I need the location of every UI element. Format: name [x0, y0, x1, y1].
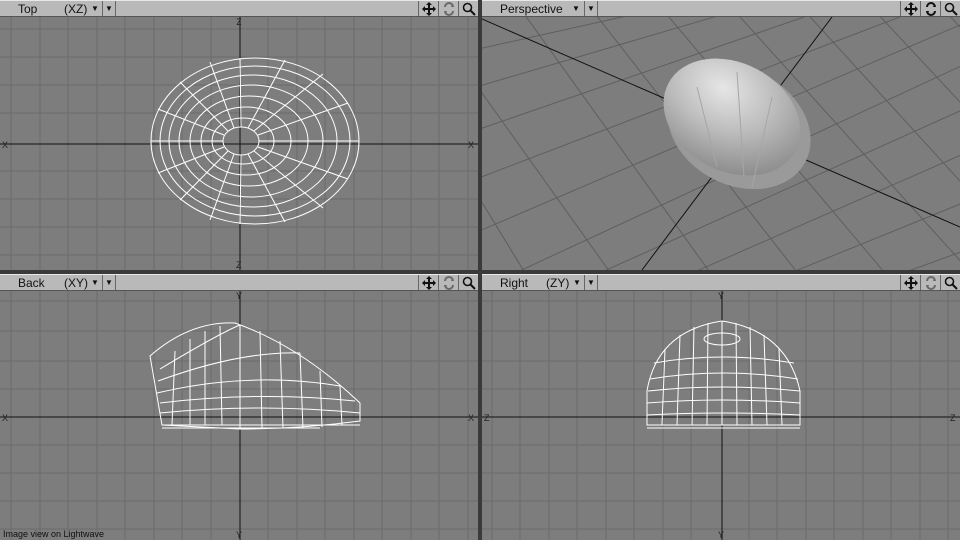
axis-label-bottom: Y	[236, 530, 242, 540]
move-icon[interactable]	[900, 275, 920, 290]
viewport-header: Back (XY) ▼ ▼	[0, 274, 478, 291]
viewport-tools	[900, 1, 960, 16]
viewport-canvas[interactable]: Y Y X X	[0, 291, 478, 540]
axis-label-right: X	[468, 413, 474, 423]
move-icon[interactable]	[418, 275, 438, 290]
chevron-down-icon: ▼	[91, 4, 99, 13]
axis-label-top: Y	[718, 291, 724, 301]
hat-shaded	[663, 58, 811, 190]
chevron-down-icon: ▼	[587, 278, 595, 287]
viewport-tools	[900, 275, 960, 290]
viewport-canvas[interactable]	[482, 17, 960, 270]
viewport-header: Top (XZ) ▼ ▼	[0, 0, 478, 17]
view-options-button[interactable]: ▼	[584, 275, 598, 290]
view-options-button[interactable]: ▼	[102, 1, 116, 16]
axis-tag: (XY)	[64, 275, 88, 290]
axes	[482, 291, 960, 540]
axis-tag: (ZY)	[546, 275, 570, 290]
axis-label-right: Z	[950, 413, 956, 423]
rotate-icon[interactable]	[438, 1, 458, 16]
chevron-down-icon: ▼	[91, 278, 99, 287]
axis-label-top: Y	[236, 291, 242, 301]
move-icon[interactable]	[900, 1, 920, 16]
viewport-tools	[418, 1, 478, 16]
chevron-down-icon: ▼	[573, 278, 581, 287]
viewport-header: Perspective ▼ ▼	[482, 0, 960, 17]
axis-label-left: X	[2, 140, 8, 150]
axis-label-bottom: Y	[718, 530, 724, 540]
view-selector[interactable]: Right (ZY) ▼	[484, 275, 589, 290]
viewport-top[interactable]: Top (XZ) ▼ ▼ Z Z X X	[0, 0, 478, 270]
view-selector[interactable]: Perspective ▼	[484, 1, 584, 16]
viewport-right[interactable]: Right (ZY) ▼ ▼ Y Y Z Z	[482, 274, 960, 540]
view-selector[interactable]: Top (XZ) ▼	[2, 1, 107, 16]
view-name: Perspective	[500, 1, 563, 16]
axis-label-left: X	[2, 413, 8, 423]
axis-label-left: Z	[484, 413, 490, 423]
viewport-tools	[418, 275, 478, 290]
image-caption: Image view on Lightwave	[3, 529, 105, 539]
viewport-back[interactable]: Back (XY) ▼ ▼ Y Y X X Image view on Ligh…	[0, 274, 478, 540]
view-name: Back	[18, 275, 45, 290]
grid	[0, 291, 478, 540]
zoom-icon[interactable]	[940, 275, 960, 290]
rotate-icon[interactable]	[920, 275, 940, 290]
grid	[482, 291, 960, 540]
zoom-icon[interactable]	[940, 1, 960, 16]
chevron-down-icon: ▼	[587, 4, 595, 13]
chevron-down-icon: ▼	[105, 4, 113, 13]
move-icon[interactable]	[418, 1, 438, 16]
view-selector[interactable]: Back (XY) ▼	[2, 275, 107, 290]
axes	[0, 17, 478, 270]
axis-label-right: X	[468, 140, 474, 150]
chevron-down-icon: ▼	[572, 4, 580, 13]
view-name: Top	[18, 1, 38, 16]
view-options-button[interactable]: ▼	[102, 275, 116, 290]
viewport-header: Right (ZY) ▼ ▼	[482, 274, 960, 291]
viewport-canvas[interactable]: Z Z X X	[0, 17, 478, 270]
zoom-icon[interactable]	[458, 1, 478, 16]
axis-tag: (XZ)	[64, 1, 88, 16]
axis-label-bottom: Z	[236, 260, 242, 270]
axes	[0, 291, 478, 540]
view-name: Right	[500, 275, 529, 290]
axis-label-top: Z	[236, 18, 242, 28]
rotate-icon[interactable]	[920, 1, 940, 16]
viewport-perspective[interactable]: Perspective ▼ ▼	[482, 0, 960, 270]
chevron-down-icon: ▼	[105, 278, 113, 287]
zoom-icon[interactable]	[458, 275, 478, 290]
view-options-button[interactable]: ▼	[584, 1, 598, 16]
viewport-canvas[interactable]: Y Y Z Z	[482, 291, 960, 540]
rotate-icon[interactable]	[438, 275, 458, 290]
